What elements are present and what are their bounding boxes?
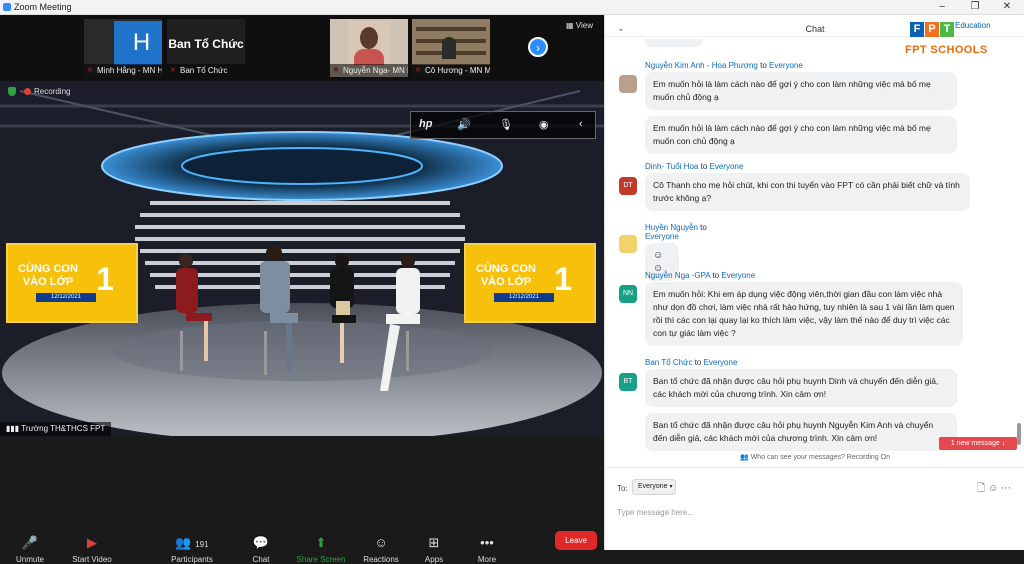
view-button[interactable]: ▦ View xyxy=(566,21,593,30)
message-bubble: Em muốn hỏi là làm cách nào để gợi ý cho… xyxy=(645,72,957,110)
chevron-left-icon[interactable]: ‹ xyxy=(579,118,583,130)
hp-logo-icon: hp xyxy=(419,118,433,130)
chat-messages: Nguyễn Kim Anh - Hoa Phượng to Everyone … xyxy=(605,39,1021,459)
message-bubble: Ban tổ chức đã nhận được câu hỏi phụ huy… xyxy=(645,413,957,451)
zoom-app-icon xyxy=(3,3,11,11)
start-video-button[interactable]: ▶ Start Video xyxy=(62,536,122,564)
banner-number: 1 xyxy=(96,261,114,297)
message-input[interactable]: Type message here... xyxy=(617,508,694,517)
avatar xyxy=(619,235,637,253)
participant-name: Nguyễn Nga- MN Mai ... xyxy=(330,64,408,77)
zoom-meeting-area: H ✖ Minh Hằng - MN Hoa ... Ban Tổ Chức ✖… xyxy=(0,15,604,564)
message-sender: Ban Tổ Chức to Everyone xyxy=(645,358,738,367)
chat-message: Nguyễn Nga -GPA to Everyone Em muốn hỏi:… xyxy=(645,271,967,346)
chat-composer: To: Everyone ▾ 🗋 ☺ ⋯ Type message here..… xyxy=(605,467,1024,550)
recipient-select[interactable]: Everyone ▾ xyxy=(632,479,676,495)
participant-name: Cô Hương - MN Mai D... xyxy=(412,64,490,77)
title-bar: Zoom Meeting – ❐ ✕ xyxy=(0,0,1024,15)
unmute-button[interactable]: 🎤 Unmute xyxy=(0,536,60,564)
participants-icon: 👥 191 xyxy=(175,535,209,550)
recording-indicator: Recording xyxy=(8,87,70,97)
people-icon: 👥 xyxy=(740,454,751,461)
message-bubble: Em muốn hỏi là làm cách nào để gợi ý cho… xyxy=(645,116,957,154)
banner-number: 1 xyxy=(554,261,572,297)
participant-video xyxy=(348,21,390,65)
message-sender: Dinh- Tuổi Hoa to Everyone xyxy=(645,162,744,171)
participants-strip: H ✖ Minh Hằng - MN Hoa ... Ban Tổ Chức ✖… xyxy=(0,15,604,81)
banner-date: 12/12/2021 xyxy=(494,293,554,302)
participant-tile[interactable]: ✖ Cô Hương - MN Mai D... xyxy=(412,19,490,77)
shield-icon xyxy=(8,87,16,97)
participant-tile[interactable]: Ban Tổ Chức ✖ Ban Tổ Chức xyxy=(167,19,245,77)
chat-message: Dinh- Tuổi Hoa to Everyone Cô Thanh cho … xyxy=(645,162,975,211)
message-sender: Nguyễn Kim Anh - Hoa Phượng to Everyone xyxy=(645,61,803,70)
chat-message: Ban Tổ Chức to Everyone Ban tổ chức đã n… xyxy=(645,358,963,451)
main-video: Recording hp 🔊 🎙 ◉ ‹ CÙNG CON VÀO LỚP 1 … xyxy=(0,81,604,436)
participant-tile[interactable]: ✖ Nguyễn Nga- MN Mai ... xyxy=(330,19,408,77)
meeting-toolbar: 🎤 Unmute ▶ Start Video 👥 191 Participants 💬… xyxy=(0,436,604,564)
chat-button[interactable]: 💬 Chat xyxy=(231,536,291,564)
chat-scrollbar[interactable] xyxy=(1017,423,1021,445)
reactions-icon: ☺ xyxy=(374,535,388,550)
next-page-button[interactable]: › xyxy=(528,37,548,57)
banner-text: CÙNG CON VÀO LỚP xyxy=(18,263,78,288)
video-off-icon: ▶ xyxy=(87,535,97,550)
fpt-letters: FPT xyxy=(910,19,955,37)
file-icon[interactable]: 🗋 xyxy=(977,483,985,494)
new-message-button[interactable]: 1 new message ↓ xyxy=(939,437,1017,450)
message-bubble: Cô Thanh cho mẹ hỏi chút, khi con thi tu… xyxy=(645,173,970,211)
message-bubble: Ban tổ chức đã nhận được câu hỏi phụ huy… xyxy=(645,369,957,407)
banner-text: CÙNG CON VÀO LỚP xyxy=(476,263,536,288)
window-title: Zoom Meeting xyxy=(14,2,72,12)
participants-button[interactable]: 👥 191 Participants xyxy=(162,536,222,564)
chevron-down-icon: ▾ xyxy=(669,484,673,490)
to-label: To: xyxy=(617,484,628,493)
leave-button[interactable]: Leave xyxy=(555,531,597,550)
reactions-button[interactable]: ☺ Reactions xyxy=(351,536,411,564)
participant-name: Minh Hằng - MN Hoa ... xyxy=(84,64,162,77)
record-dot-icon xyxy=(24,88,31,96)
chat-panel: ⌄ Chat FPT Education FPT SCHOOLS Nguyễn … xyxy=(604,15,1024,550)
banner-date: 12/12/2021 xyxy=(36,293,96,302)
chat-message: Nguyễn Kim Anh - Hoa Phượng to Everyone … xyxy=(645,61,963,154)
participant-tile[interactable]: H ✖ Minh Hằng - MN Hoa ... xyxy=(84,19,162,77)
share-screen-icon: ⬆ xyxy=(315,535,327,550)
participant-video xyxy=(412,19,490,65)
apps-icon: ⊞ xyxy=(428,535,440,550)
avatar xyxy=(619,75,637,93)
broadcast-icon[interactable]: ◉ xyxy=(539,118,549,131)
participant-name: Ban Tổ Chức xyxy=(167,64,245,77)
mic-icon[interactable]: 🎙 xyxy=(499,118,513,131)
event-banner-right: CÙNG CON VÀO LỚP 1 12/12/2021 xyxy=(464,243,596,323)
avatar: BT xyxy=(619,373,637,391)
signal-icon: ▮▮▮ xyxy=(6,424,22,433)
apps-button[interactable]: ⊞ Apps xyxy=(404,536,464,564)
avatar: DT xyxy=(619,177,637,195)
message-bubble: Em muốn hỏi: Khi em áp dụng việc động vi… xyxy=(645,282,963,346)
muted-mic-icon: 🎤 xyxy=(21,535,39,550)
minimize-button[interactable]: – xyxy=(927,0,957,15)
speaker-icon[interactable]: 🔊 xyxy=(457,118,471,131)
participant-label: Ban Tổ Chức xyxy=(168,37,244,51)
grid-icon: ▦ xyxy=(566,21,576,30)
close-button[interactable]: ✕ xyxy=(992,0,1022,15)
message-sender: Huyền Nguyễn to Everyone xyxy=(645,223,707,241)
emoji-icon[interactable]: ☺ xyxy=(988,483,998,494)
composer-actions: 🗋 ☺ ⋯ xyxy=(977,481,1011,498)
more-icon[interactable]: ⋯ xyxy=(1001,483,1011,494)
device-control-bar: hp 🔊 🎙 ◉ ‹ xyxy=(410,111,596,139)
message-sender: Nguyễn Nga -GPA to Everyone xyxy=(645,271,756,280)
share-screen-button[interactable]: ⬆ Share Screen xyxy=(291,536,351,564)
more-button[interactable]: ••• More xyxy=(457,536,517,564)
avatar: NN xyxy=(619,285,637,303)
more-icon: ••• xyxy=(480,535,494,550)
participant-avatar: H xyxy=(114,21,162,65)
event-banner-left: CÙNG CON VÀO LỚP 1 12/12/2021 xyxy=(6,243,138,323)
maximize-button[interactable]: ❐ xyxy=(960,0,990,15)
active-speaker-name: ▮▮▮ Trường TH&THCS FPT xyxy=(0,422,112,436)
who-can-see-link[interactable]: 👥 Who can see your messages? Recording O… xyxy=(605,453,1024,467)
fpt-education-label: Education xyxy=(955,21,991,30)
chat-icon: 💬 xyxy=(252,535,270,550)
